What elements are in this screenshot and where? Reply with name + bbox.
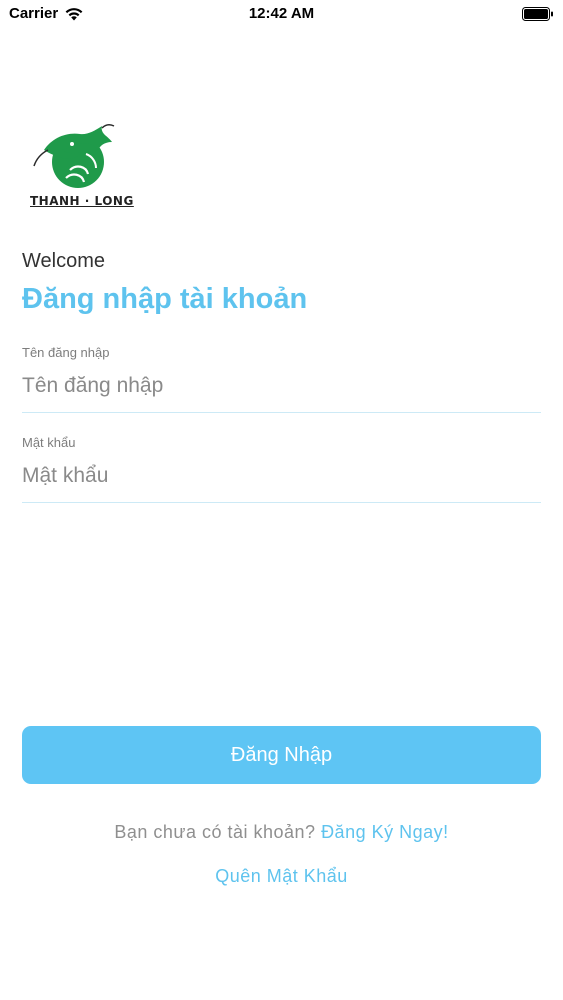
login-button[interactable]: Đăng Nhập <box>22 726 541 784</box>
register-prompt: Bạn chưa có tài khoản? Đăng Ký Ngay! <box>0 822 563 843</box>
password-input[interactable] <box>22 450 541 503</box>
password-label: Mật khẩu <box>22 435 76 450</box>
username-label: Tên đăng nhập <box>22 345 110 360</box>
page-title: Đăng nhập tài khoản <box>22 283 308 315</box>
register-link[interactable]: Đăng Ký Ngay! <box>321 822 449 842</box>
status-time: 12:42 AM <box>248 5 315 22</box>
dragon-logo-icon <box>33 123 115 190</box>
password-field-group: Mật khẩu <box>22 435 541 503</box>
username-input[interactable] <box>22 360 541 413</box>
battery-icon <box>522 7 553 21</box>
status-bar: Carrier 12:42 AM <box>0 0 563 30</box>
brand-logo: THANH · LONG <box>22 120 133 216</box>
forgot-password-link[interactable]: Quên Mật Khẩu <box>0 866 563 887</box>
welcome-text: Welcome <box>22 250 105 272</box>
username-field-group: Tên đăng nhập <box>22 345 541 413</box>
logo-wordmark: THANH · LONG <box>30 194 134 208</box>
no-account-text: Bạn chưa có tài khoản? <box>114 822 316 842</box>
